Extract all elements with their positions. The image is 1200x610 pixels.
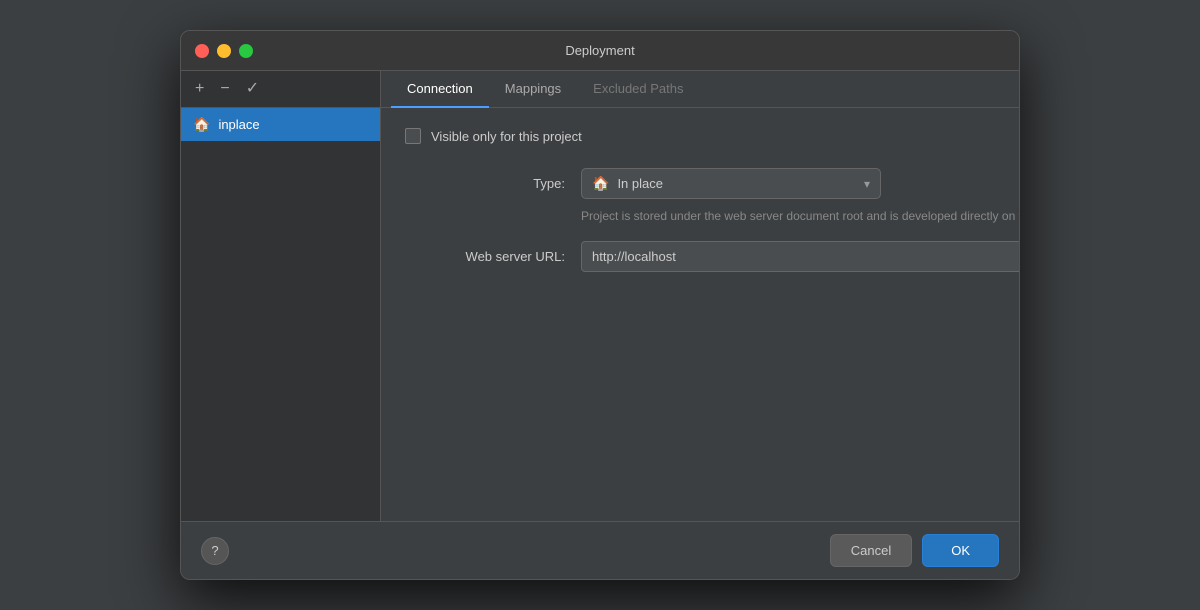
help-button[interactable]: ? bbox=[201, 537, 229, 565]
type-description: Project is stored under the web server d… bbox=[581, 207, 1019, 225]
url-control: 🌐 bbox=[581, 241, 1019, 272]
minimize-button[interactable] bbox=[217, 44, 231, 58]
type-value: In place bbox=[617, 176, 856, 191]
ok-button[interactable]: OK bbox=[922, 534, 999, 567]
type-label: Type: bbox=[405, 168, 565, 191]
type-control: 🏠 In place ▾ Project is stored under the… bbox=[581, 168, 1019, 225]
main-content: + − ✓ 🏠 inplace Connection Mappings Excl… bbox=[181, 71, 1019, 521]
footer-buttons: Cancel OK bbox=[830, 534, 999, 567]
checkbox-label: Visible only for this project bbox=[431, 129, 582, 144]
titlebar: Deployment bbox=[181, 31, 1019, 71]
chevron-down-icon: ▾ bbox=[864, 177, 870, 191]
tab-connection[interactable]: Connection bbox=[391, 71, 489, 108]
sidebar-toolbar: + − ✓ bbox=[181, 71, 380, 108]
url-input[interactable] bbox=[592, 249, 1019, 264]
sidebar-item-inplace[interactable]: 🏠 inplace bbox=[181, 108, 380, 141]
url-label: Web server URL: bbox=[405, 241, 565, 264]
dialog-title: Deployment bbox=[565, 43, 634, 58]
panel-content: Visible only for this project Type: 🏠 In… bbox=[381, 108, 1019, 521]
maximize-button[interactable] bbox=[239, 44, 253, 58]
sidebar-item-label: inplace bbox=[218, 117, 259, 132]
add-server-button[interactable]: + bbox=[191, 79, 208, 99]
footer: ? Cancel OK bbox=[181, 521, 1019, 579]
tab-mappings[interactable]: Mappings bbox=[489, 71, 577, 108]
titlebar-buttons bbox=[195, 44, 253, 58]
visible-only-checkbox[interactable] bbox=[405, 128, 421, 144]
right-panel: Connection Mappings Excluded Paths Visib… bbox=[381, 71, 1019, 521]
type-house-icon: 🏠 bbox=[592, 175, 609, 192]
close-button[interactable] bbox=[195, 44, 209, 58]
checkbox-row: Visible only for this project bbox=[405, 128, 1019, 144]
type-select[interactable]: 🏠 In place ▾ bbox=[581, 168, 881, 199]
cancel-button[interactable]: Cancel bbox=[830, 534, 912, 567]
house-icon: 🏠 bbox=[193, 116, 210, 133]
url-input-wrapper: 🌐 bbox=[581, 241, 1019, 272]
type-form-row: Type: 🏠 In place ▾ Project is stored und… bbox=[405, 168, 1019, 225]
url-form-row: Web server URL: 🌐 bbox=[405, 241, 1019, 272]
tabs: Connection Mappings Excluded Paths bbox=[381, 71, 1019, 108]
remove-server-button[interactable]: − bbox=[216, 79, 233, 99]
tab-excluded-paths[interactable]: Excluded Paths bbox=[577, 71, 699, 108]
confirm-button[interactable]: ✓ bbox=[242, 79, 263, 99]
sidebar: + − ✓ 🏠 inplace bbox=[181, 71, 381, 521]
deployment-dialog: Deployment + − ✓ 🏠 inplace Connection bbox=[180, 30, 1020, 580]
